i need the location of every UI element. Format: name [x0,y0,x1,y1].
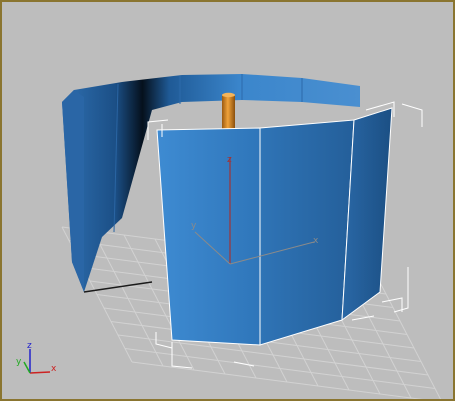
world-x-axis [29,371,51,374]
world-z-label: z [27,341,32,351]
world-axis-gizmo: z y x [16,341,57,374]
pivot-cylinder[interactable] [222,92,235,129]
world-y-axis [23,361,31,374]
transform-y-label: y [191,221,197,231]
transform-x-label: x [313,236,319,246]
world-y-label: y [16,357,22,367]
viewport-scene[interactable]: z x y z y x [2,2,455,401]
world-x-label: x [51,364,57,374]
perspective-viewport[interactable]: z x y z y x [0,0,455,401]
transform-z-label: z [227,155,232,165]
